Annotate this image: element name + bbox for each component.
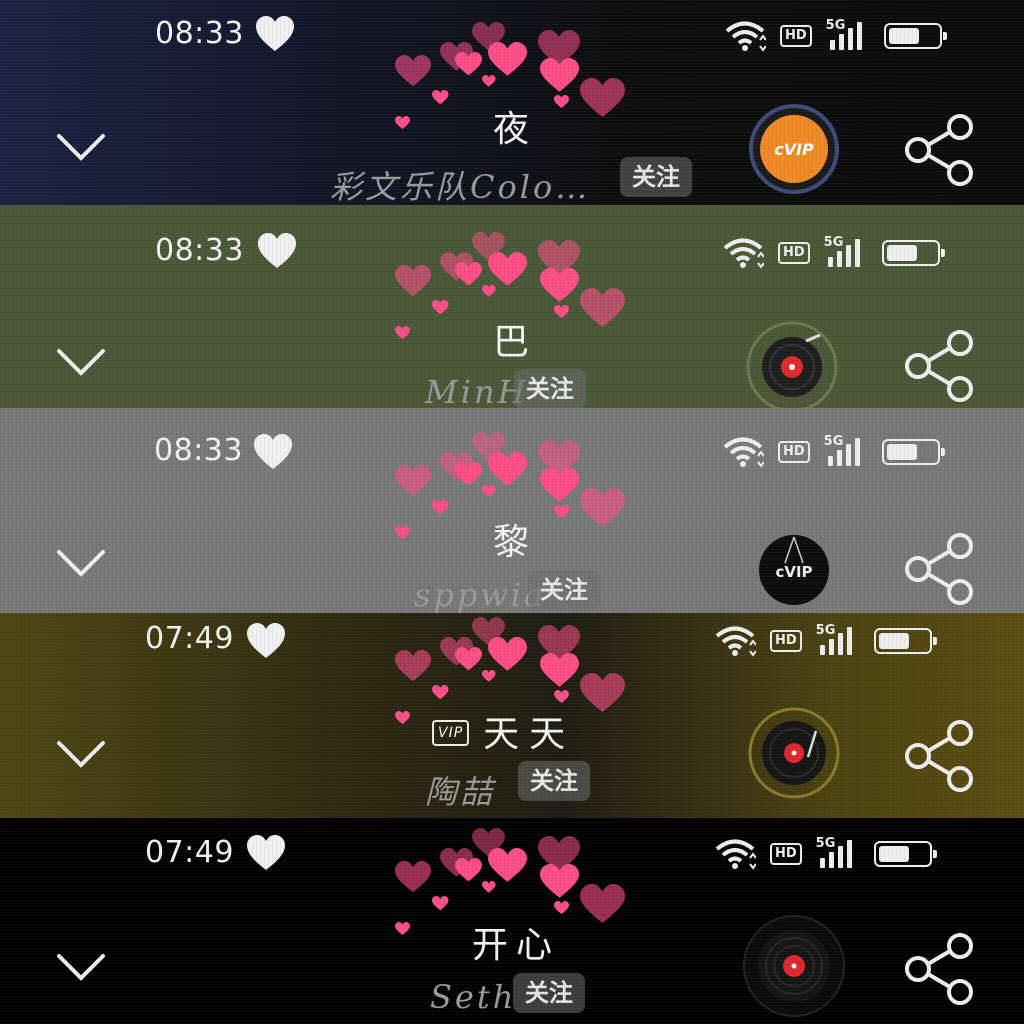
chevron-down-icon[interactable] bbox=[56, 347, 106, 377]
wifi-icon bbox=[723, 437, 764, 468]
white-heart-icon bbox=[256, 16, 294, 51]
song-title: 夜 bbox=[492, 109, 537, 150]
vinyl-red-disc-icon[interactable] bbox=[742, 914, 846, 1018]
signal-5g-icon: 5G bbox=[816, 623, 860, 655]
follow-button[interactable]: 关注 bbox=[518, 761, 590, 801]
wifi-icon bbox=[715, 839, 756, 870]
share-icon[interactable] bbox=[902, 329, 976, 403]
player-panel-4: 07:49 HD 5G VIP 天天 陶喆 关注 bbox=[0, 613, 1024, 818]
white-heart-icon bbox=[247, 835, 285, 870]
status-time: 08:33 bbox=[154, 433, 243, 468]
artist-name[interactable]: 彩文乐队Colo… bbox=[330, 162, 590, 205]
artist-name[interactable]: sppwia bbox=[414, 576, 546, 613]
status-bar-icons: HD 5G bbox=[722, 434, 945, 468]
song-title: 开心 bbox=[471, 925, 560, 966]
wifi-icon bbox=[725, 21, 766, 52]
signal-5g-icon: 5G bbox=[816, 836, 860, 868]
status-bar-icons: HD 5G bbox=[714, 623, 937, 657]
status-time: 07:49 bbox=[145, 835, 234, 870]
status-bar-icons: HD 5G bbox=[714, 836, 937, 870]
song-title: 黎 bbox=[492, 522, 537, 563]
hd-badge: HD bbox=[778, 441, 810, 463]
song-title: 巴 bbox=[492, 322, 537, 363]
share-icon[interactable] bbox=[902, 532, 976, 606]
follow-button[interactable]: 关注 bbox=[620, 157, 692, 197]
white-heart-icon bbox=[254, 434, 292, 469]
follow-button[interactable]: 关注 bbox=[513, 973, 585, 1013]
battery-icon bbox=[881, 240, 945, 266]
vip-badge: VIP bbox=[432, 720, 470, 746]
hd-badge: HD bbox=[770, 843, 802, 865]
wifi-icon bbox=[715, 626, 756, 657]
share-icon[interactable] bbox=[902, 719, 976, 793]
wifi-icon bbox=[723, 238, 764, 269]
chevron-down-icon[interactable] bbox=[56, 132, 106, 162]
battery-icon bbox=[883, 23, 947, 49]
player-panel-2: 08:33 HD 5G 巴 MinH 关注 bbox=[0, 205, 1024, 408]
white-heart-icon bbox=[247, 623, 285, 658]
chevron-down-icon[interactable] bbox=[56, 548, 106, 578]
follow-button[interactable]: 关注 bbox=[514, 369, 586, 408]
chevron-down-icon[interactable] bbox=[56, 952, 106, 982]
player-panel-1: 08:33 HD 5G 夜 彩文乐队Colo… 关注 cVIP bbox=[0, 0, 1024, 205]
hd-badge: HD bbox=[778, 242, 810, 264]
follow-button[interactable]: 关注 bbox=[528, 570, 600, 610]
artist-name[interactable]: Seth bbox=[430, 978, 516, 1016]
artist-name[interactable]: 陶喆 bbox=[425, 767, 495, 813]
battery-icon bbox=[881, 439, 945, 465]
battery-icon bbox=[873, 628, 937, 654]
status-bar-icons: HD 5G bbox=[724, 18, 947, 52]
vip-black-disc-icon[interactable]: cVIP bbox=[757, 533, 831, 607]
player-panel-3: 08:33 HD 5G 黎 sppwia 关注 cVIP bbox=[0, 408, 1024, 613]
song-title: VIP 天天 bbox=[432, 705, 575, 757]
white-heart-icon bbox=[258, 233, 296, 268]
signal-5g-icon: 5G bbox=[824, 235, 868, 267]
status-time: 07:49 bbox=[145, 621, 234, 656]
svg-text:cVIP: cVIP bbox=[775, 563, 812, 581]
player-panel-5: 07:49 HD 5G 开心 Seth 关注 bbox=[0, 818, 1024, 1024]
status-time: 08:33 bbox=[155, 233, 244, 268]
vip-orange-disc-icon[interactable]: cVIP bbox=[748, 103, 840, 195]
artist-name[interactable]: MinH bbox=[425, 373, 529, 408]
signal-5g-icon: 5G bbox=[826, 18, 870, 50]
share-icon[interactable] bbox=[902, 113, 976, 187]
chevron-down-icon[interactable] bbox=[56, 739, 106, 769]
signal-5g-icon: 5G bbox=[824, 434, 868, 466]
hd-badge: HD bbox=[780, 25, 812, 47]
vinyl-red-disc-icon[interactable] bbox=[746, 705, 842, 801]
music-player-collage: 08:33 HD 5G 夜 彩文乐队Colo… 关注 cVIP 08:33 HD… bbox=[0, 0, 1024, 1024]
status-time: 08:33 bbox=[155, 16, 244, 51]
vinyl-record-disc-icon[interactable] bbox=[744, 319, 840, 408]
share-icon[interactable] bbox=[902, 932, 976, 1006]
song-title-text: 天天 bbox=[483, 714, 576, 755]
battery-icon bbox=[873, 841, 937, 867]
status-bar-icons: HD 5G bbox=[722, 235, 945, 269]
hd-badge: HD bbox=[770, 630, 802, 652]
svg-text:cVIP: cVIP bbox=[774, 140, 814, 159]
